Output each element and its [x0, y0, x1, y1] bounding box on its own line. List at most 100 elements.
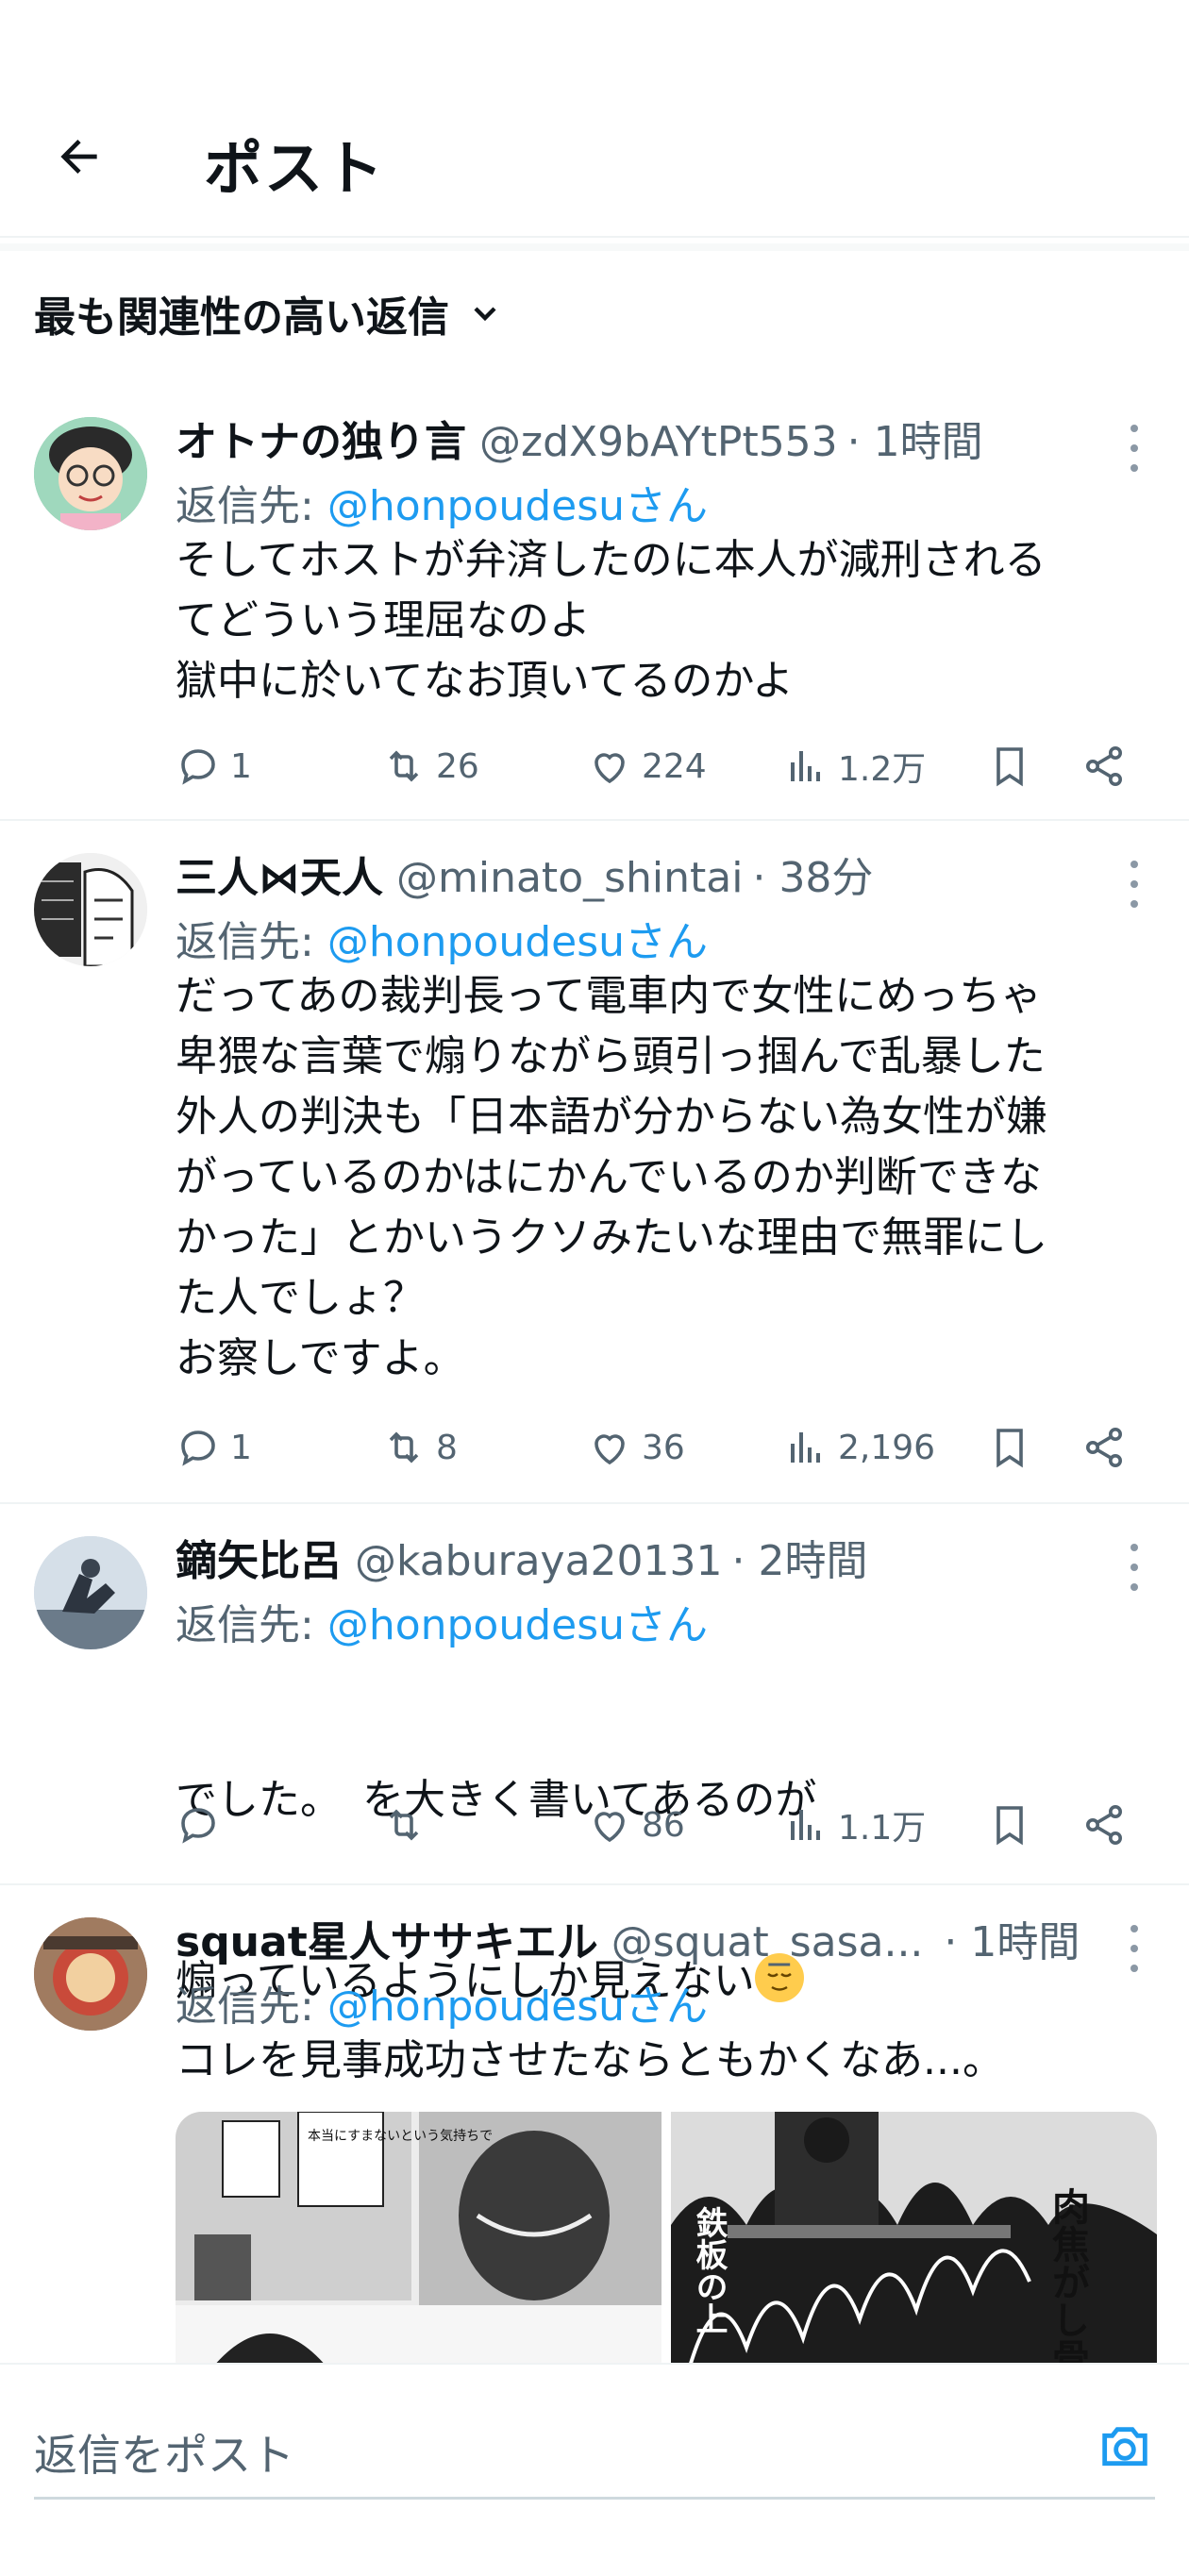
manga-image-left[interactable]: 本当にすまないという気持ちで [176, 2112, 661, 2367]
analytics-icon [791, 1432, 820, 1463]
author-name[interactable]: squat星人ササキエル [176, 1908, 598, 1968]
camera-button[interactable] [1095, 2416, 1155, 2476]
divider [0, 243, 1189, 251]
bookmark-icon [996, 747, 1023, 787]
retweet-icon [389, 1809, 419, 1841]
reply-count: 1 [230, 746, 252, 786]
reply-to-prefix: 返信先: [176, 918, 327, 966]
more-options-button[interactable] [1125, 425, 1144, 472]
input-underline [34, 2497, 1155, 2500]
reply-icon [181, 749, 215, 785]
view-count: 2,196 [838, 1428, 936, 1467]
arrow-left-icon [60, 140, 97, 174]
sort-label: 最も関連性の高い返信 [34, 293, 449, 342]
like-button[interactable]: 224 [587, 738, 707, 795]
reply-to-line: 返信先: @honpoudesuさん [176, 472, 708, 532]
author-handle[interactable]: @kaburaya20131 [355, 1537, 723, 1585]
more-options-button[interactable] [1125, 1544, 1144, 1591]
share-button[interactable] [1081, 1797, 1127, 1853]
like-count: 224 [642, 746, 707, 786]
retweet-button[interactable]: 26 [381, 738, 479, 795]
manga-caption-3: 鉄板の上 [690, 2205, 728, 2334]
retweet-button[interactable] [381, 1797, 436, 1853]
views-button[interactable]: 1.1万 [783, 1797, 926, 1853]
avatar[interactable] [34, 417, 147, 530]
reply-button[interactable]: 1 [176, 1419, 252, 1476]
avatar[interactable] [34, 1917, 147, 2031]
avatar[interactable] [34, 1536, 147, 1649]
reply-to-link[interactable]: @honpoudesuさん [327, 482, 708, 530]
more-options-button[interactable] [1125, 1925, 1144, 1972]
reply-to-link[interactable]: @honpoudesuさん [327, 918, 708, 966]
reply-icon [181, 1430, 215, 1466]
like-button[interactable]: 36 [587, 1419, 685, 1476]
reply-to-link[interactable]: @honpoudesuさん [327, 1601, 708, 1649]
retweet-count: 8 [436, 1428, 458, 1467]
avatar[interactable] [34, 853, 147, 966]
view-count: 1.2万 [838, 750, 927, 789]
tweet-text: そしてホストが弁済したのに本人が減刑される てどういう理屈なのよ 獄中に於いてな… [176, 536, 1047, 705]
action-bar: 1 8 36 2,196 [176, 1419, 1147, 1476]
retweet-icon [389, 1431, 419, 1464]
views-button[interactable]: 2,196 [783, 1419, 935, 1476]
post-time: · 2時間 [731, 1537, 868, 1585]
bookmark-icon [996, 1429, 1023, 1468]
bookmark-button[interactable] [987, 1797, 1032, 1853]
share-button[interactable] [1081, 738, 1127, 795]
like-count: 36 [642, 1428, 685, 1467]
author-handle[interactable]: @squat_sasa... [611, 1918, 924, 1966]
tweet-media[interactable]: 本当にすまないという気持ちで 肉焦がし骨焼く 鉄板の上 [176, 2112, 1157, 2367]
share-icon [1086, 746, 1122, 786]
heart-icon [594, 753, 625, 784]
reply-composer: 返信をポスト [0, 2363, 1189, 2576]
page-title: ポスト [204, 134, 386, 203]
reply-tweet[interactable]: 三人⋈天人 @minato_shintai · 38分 返信先: @honpou… [0, 823, 1189, 1504]
manga-image-right[interactable]: 肉焦がし骨焼く 鉄板の上 [671, 2112, 1157, 2367]
reply-input[interactable]: 返信をポスト [34, 2421, 294, 2484]
reply-sort-selector[interactable]: 最も関連性の高い返信 [34, 283, 504, 343]
analytics-icon [791, 1810, 820, 1840]
post-time: · 38分 [752, 854, 874, 902]
reply-tweet[interactable]: 鏑矢比呂 @kaburaya20131 · 2時間 返信先: @honpoude… [0, 1506, 1189, 2005]
share-icon [1086, 1428, 1122, 1467]
reply-button[interactable]: 1 [176, 738, 252, 795]
tweet-text: だってあの裁判長って電車内で女性にめっちゃ 卑猥な言葉で煽りながら頭引っ掴んで乱… [176, 972, 1047, 1382]
heart-icon [594, 1812, 625, 1843]
analytics-icon [791, 751, 820, 781]
manga-caption-2: 肉焦がし骨焼く [1046, 2187, 1090, 2367]
action-bar: 86 1.1万 [176, 1797, 1147, 1853]
bookmark-button[interactable] [987, 1419, 1032, 1476]
reply-to-link[interactable]: @honpoudesuさん [327, 1982, 708, 2031]
share-icon [1086, 1805, 1122, 1845]
author-name[interactable]: オトナの独り言 [176, 408, 466, 468]
chevron-down-icon [474, 307, 496, 322]
like-count: 86 [642, 1805, 685, 1845]
tweet-text: コレを見事成功させたならともかくなあ...。 [176, 2036, 1004, 2084]
reply-icon [181, 1808, 215, 1844]
more-options-button[interactable] [1125, 861, 1144, 908]
like-button[interactable]: 86 [587, 1797, 685, 1853]
heart-icon [594, 1434, 625, 1465]
author-name[interactable]: 鏑矢比呂 [176, 1527, 342, 1587]
retweet-count: 26 [436, 746, 479, 786]
reply-to-line: 返信先: @honpoudesuさん [176, 1972, 708, 2032]
post-time: · 1時間 [944, 1918, 1080, 1966]
action-bar: 1 26 224 1.2万 [176, 738, 1147, 795]
retweet-icon [389, 750, 419, 782]
view-count: 1.1万 [838, 1809, 927, 1848]
bookmark-button[interactable] [987, 738, 1032, 795]
reply-count: 1 [230, 1428, 252, 1467]
reply-button[interactable] [176, 1797, 230, 1853]
author-name[interactable]: 三人⋈天人 [176, 844, 383, 904]
reply-to-prefix: 返信先: [176, 1601, 327, 1649]
author-handle[interactable]: @zdX9bAYtPt553 [479, 418, 838, 466]
camera-icon [1102, 2427, 1147, 2467]
retweet-button[interactable]: 8 [381, 1419, 458, 1476]
back-button[interactable] [45, 123, 113, 191]
share-button[interactable] [1081, 1419, 1127, 1476]
post-time: · 1時間 [846, 418, 983, 466]
reply-tweet[interactable]: オトナの独り言 @zdX9bAYtPt553 · 1時間 返信先: @honpo… [0, 387, 1189, 821]
author-handle[interactable]: @minato_shintai [396, 854, 743, 902]
views-button[interactable]: 1.2万 [783, 738, 926, 795]
bookmark-icon [996, 1806, 1023, 1846]
